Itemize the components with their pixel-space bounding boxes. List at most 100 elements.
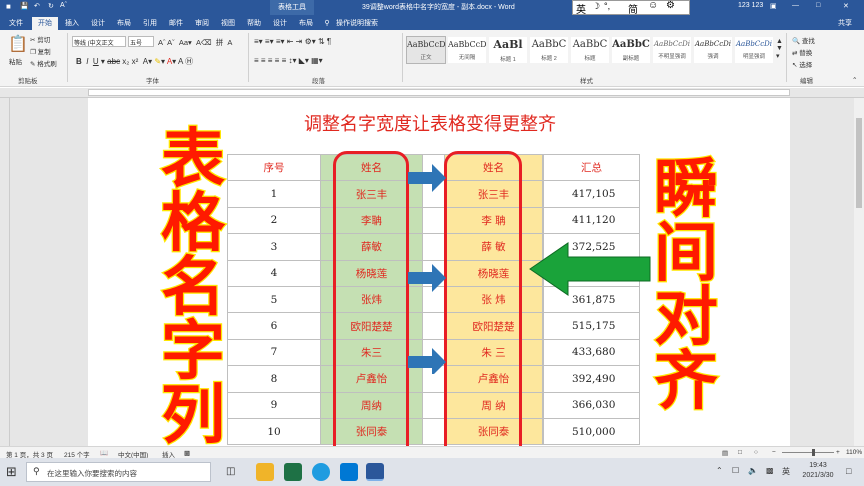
battery-icon[interactable]: ▩	[766, 466, 774, 475]
word-taskbar-icon[interactable]	[366, 463, 384, 481]
style-no-spacing[interactable]: AaBbCcDc 无间隔	[447, 36, 487, 64]
redo-icon[interactable]: ↻	[48, 2, 54, 10]
style-heading-1[interactable]: AaBl 标题 1	[488, 36, 528, 64]
collapse-ribbon-icon[interactable]: ⌃	[852, 76, 857, 84]
macro-icon[interactable]: ▩	[184, 449, 190, 457]
zoom-level[interactable]: 110%	[846, 449, 862, 456]
volume-icon[interactable]: 🔈	[748, 466, 758, 475]
excel-icon[interactable]	[284, 463, 302, 481]
tab-insert[interactable]: 插入	[60, 17, 84, 30]
font-name-box[interactable]: 等线 (中文正文	[72, 36, 126, 47]
style-normal[interactable]: AaBbCcDc 正文	[406, 36, 446, 64]
cell-no[interactable]: 9	[227, 391, 321, 419]
tab-table-layout[interactable]: 布局	[294, 17, 318, 30]
cell-no[interactable]: 7	[227, 338, 321, 367]
print-layout-icon[interactable]: □	[738, 449, 742, 456]
cell-total[interactable]: 411,120	[543, 206, 640, 235]
scroll-thumb[interactable]	[856, 118, 862, 208]
replace-button[interactable]: ⇄ 替换	[792, 47, 812, 57]
cell-no[interactable]: 1	[227, 180, 321, 208]
cell-no[interactable]: 4	[227, 259, 321, 287]
zoom-out-icon[interactable]: −	[772, 449, 776, 456]
maximize-icon[interactable]: □	[816, 2, 820, 9]
tab-mailings[interactable]: 邮件	[164, 17, 188, 30]
ribbon-display-icon[interactable]: ▣	[770, 2, 777, 10]
select-button[interactable]: ↖ 选择	[792, 59, 812, 69]
paste-icon[interactable]: 📋	[8, 34, 28, 54]
style-emphasis[interactable]: AaBbCcDi 强调	[693, 36, 733, 64]
minimize-icon[interactable]: —	[792, 2, 799, 9]
read-mode-icon[interactable]: ▤	[722, 449, 728, 457]
find-button[interactable]: 🔍 查找	[792, 35, 815, 45]
web-layout-icon[interactable]: ○	[754, 449, 758, 456]
style-heading-2[interactable]: AaBbC 标题 2	[529, 36, 569, 64]
style-subtle-emphasis[interactable]: AaBbCcDi 不明显强调	[652, 36, 692, 64]
network-icon[interactable]: ☐	[732, 466, 739, 475]
clock-time[interactable]: 19:43	[800, 462, 836, 469]
cell-no[interactable]: 3	[227, 233, 321, 261]
settings-icon[interactable]: ⚙	[666, 0, 675, 11]
proofing-icon[interactable]: 📖	[100, 449, 108, 457]
tab-home[interactable]: 开始	[32, 17, 58, 30]
taskbar-search[interactable]: ⚲ 在这里输入你要搜索的内容	[26, 462, 211, 482]
file-explorer-icon[interactable]	[256, 463, 274, 481]
paste-button[interactable]: 粘贴	[9, 56, 22, 66]
tab-file[interactable]: 文件	[2, 17, 30, 30]
ime-mode-label[interactable]: 简	[628, 1, 638, 16]
align-buttons[interactable]: ≡ ≡ ≡ ≡ ≡ ↕▾ ◣▾ ▦▾	[254, 56, 323, 65]
cell-total[interactable]: 515,175	[543, 312, 640, 340]
font-format-buttons[interactable]: B I U ▾ abc x₂ x² A▾ ✎▾ A▾ A Ⓗ	[76, 56, 193, 67]
cell-total[interactable]: 366,030	[543, 391, 640, 419]
start-windows-icon[interactable]: ⊞	[6, 464, 17, 480]
edge-icon[interactable]	[312, 463, 330, 481]
cell-total[interactable]: 510,000	[543, 417, 640, 446]
cell-no[interactable]: 2	[227, 206, 321, 235]
cell-total[interactable]: 417,105	[543, 180, 640, 208]
cell-no[interactable]: 6	[227, 312, 321, 340]
tab-help[interactable]: 帮助	[242, 17, 266, 30]
notification-icon[interactable]: □	[846, 466, 851, 476]
tab-layout[interactable]: 布局	[112, 17, 136, 30]
zoom-slider[interactable]	[782, 452, 834, 453]
tell-me-search[interactable]: 操作说明搜索	[336, 17, 396, 30]
format-painter-button[interactable]: ✎ 格式刷	[30, 58, 57, 68]
tab-review[interactable]: 审阅	[190, 17, 214, 30]
tab-design[interactable]: 设计	[86, 17, 110, 30]
copy-button[interactable]: ❐ 复制	[30, 46, 51, 56]
font-size-box[interactable]: 五号	[128, 36, 154, 47]
close-icon[interactable]: ✕	[843, 2, 849, 10]
task-view-icon[interactable]: ◫	[226, 466, 235, 477]
ime-lang-label[interactable]: 英	[576, 1, 586, 16]
tab-references[interactable]: 引用	[138, 17, 162, 30]
vertical-ruler[interactable]	[0, 98, 10, 446]
emoji-icon[interactable]: ☺	[648, 0, 658, 11]
undo-icon[interactable]: ↶	[34, 2, 40, 10]
cell-no[interactable]: 5	[227, 285, 321, 314]
tab-view[interactable]: 视图	[216, 17, 240, 30]
styles-scroll[interactable]: ▲ ▼ ▾	[776, 38, 783, 60]
moon-icon[interactable]: ☽	[592, 1, 600, 12]
font-size-up-icon[interactable]: Aˆ	[60, 2, 67, 9]
share-button[interactable]: 共享	[830, 17, 860, 30]
vertical-scrollbar[interactable]	[854, 98, 864, 446]
cell-gap[interactable]	[422, 417, 445, 446]
style-title[interactable]: AaBbC 标题	[570, 36, 610, 64]
horizontal-ruler[interactable]	[0, 88, 864, 98]
cell-gap[interactable]	[422, 391, 445, 419]
font-size-controls[interactable]: Aˆ Aˇ Aa▾ A⌫ 拼 A	[158, 37, 232, 48]
cell-no[interactable]: 8	[227, 365, 321, 393]
tray-arrow-icon[interactable]: ⌃	[716, 466, 723, 475]
cell-total[interactable]: 392,490	[543, 365, 640, 393]
mail-icon[interactable]	[340, 463, 358, 481]
cell-total[interactable]: 433,680	[543, 338, 640, 367]
list-buttons[interactable]: ≡▾ ≡▾ ≡▾ ⇤ ⇥ ⚙▾ ⇅ ¶	[254, 37, 331, 46]
tab-table-design[interactable]: 设计	[268, 17, 292, 30]
cut-button[interactable]: ✂ 剪切	[30, 34, 50, 44]
clock-date[interactable]: 2021/3/30	[796, 472, 840, 479]
punct-icon[interactable]: °,	[604, 1, 610, 11]
cell-no[interactable]: 10	[227, 417, 321, 446]
style-intense-emphasis[interactable]: AaBbCcDi 明显强调	[734, 36, 774, 64]
save-icon[interactable]: 💾	[20, 2, 29, 10]
zoom-slider-thumb[interactable]	[812, 449, 815, 456]
zoom-in-icon[interactable]: +	[836, 449, 840, 456]
